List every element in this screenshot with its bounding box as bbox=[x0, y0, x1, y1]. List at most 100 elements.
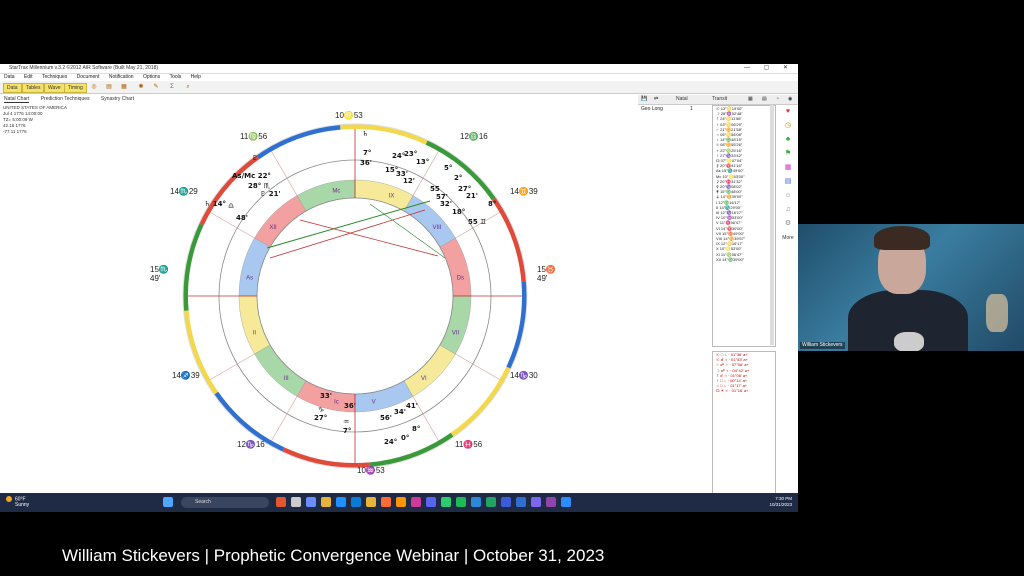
zodiac-segment bbox=[183, 310, 219, 395]
tab-natal[interactable]: Natal bbox=[676, 95, 688, 104]
cusp-label: 10♒53 bbox=[357, 465, 385, 475]
cusp-label: 11♓56 bbox=[455, 439, 483, 449]
save-icon[interactable]: 💾 bbox=[641, 95, 647, 104]
app-icon-5[interactable] bbox=[426, 497, 436, 507]
edge-icon[interactable] bbox=[336, 497, 346, 507]
geo-long-label: Geo Long bbox=[641, 106, 663, 112]
planet-glyph: 13° bbox=[416, 158, 429, 166]
menu-help[interactable]: Help bbox=[191, 74, 201, 80]
menu-document[interactable]: Document bbox=[77, 74, 100, 80]
taskbar-clock[interactable]: 7:30 PM 10/31/2023 bbox=[769, 496, 792, 508]
menu-edit[interactable]: Edit bbox=[24, 74, 33, 80]
menu-data[interactable]: Data bbox=[4, 74, 15, 80]
planet-glyph: 36' bbox=[360, 159, 372, 167]
more-button[interactable]: More bbox=[780, 231, 796, 245]
cusp-label: 11♍56 bbox=[240, 131, 268, 141]
geo-long-selector[interactable]: Geo Long 1 bbox=[638, 105, 708, 113]
brave-icon[interactable] bbox=[381, 497, 391, 507]
wheel-icon[interactable]: ✺ bbox=[137, 83, 145, 91]
files-icon[interactable] bbox=[366, 497, 376, 507]
eye-icon[interactable]: ◉ bbox=[788, 95, 792, 104]
chart-tabs: Natal Chart Prediction Techniques Synast… bbox=[0, 95, 140, 103]
window-controls[interactable]: — ▢ ✕ bbox=[744, 64, 794, 73]
grid-icon[interactable]: ▦ bbox=[748, 95, 753, 104]
flag-icon[interactable]: ⚑ bbox=[780, 147, 796, 161]
planet-glyph: 41' bbox=[406, 402, 418, 410]
planet-positions-list[interactable]: ☉ 13°♋19'00" ☽ 28°♒52'48" ☿ 24°♋11'58" ♀ 03… bbox=[712, 105, 776, 347]
app-icon-1[interactable] bbox=[276, 497, 286, 507]
app-icon-6[interactable] bbox=[441, 497, 451, 507]
menu-options[interactable]: Options bbox=[143, 74, 160, 80]
grid-icon[interactable]: ▤ bbox=[780, 175, 796, 189]
planet-glyph: 34' bbox=[394, 408, 406, 416]
tab-prediction-techniques[interactable]: Prediction Techniques bbox=[41, 96, 90, 102]
sun-icon bbox=[6, 496, 12, 502]
planet-glyph: ♄ bbox=[362, 130, 368, 138]
tab-transit[interactable]: Transit bbox=[712, 95, 727, 104]
planet-glyph: 28° ♏ bbox=[248, 182, 271, 190]
aspect-row[interactable]: ☊ ✶ ♅ · 01°16' a+ bbox=[713, 388, 775, 393]
house-label: XII bbox=[269, 225, 277, 231]
table-icon[interactable]: ▤ bbox=[762, 95, 767, 104]
cusp-label: 12♎16 bbox=[460, 131, 488, 141]
tree-icon[interactable]: ♣ bbox=[780, 133, 796, 147]
people-icon[interactable]: ☺ bbox=[780, 189, 796, 203]
windows-taskbar: 60°F Sunny Search 7:30 PM 10/31/2023 bbox=[0, 493, 798, 512]
word-icon[interactable] bbox=[516, 497, 526, 507]
print-icon[interactable]: ▤ bbox=[105, 83, 113, 91]
excel-icon[interactable] bbox=[486, 497, 496, 507]
chart-icon[interactable]: ▦ bbox=[120, 83, 128, 91]
planet-glyph: ♑ bbox=[318, 406, 324, 414]
app-icon-10[interactable] bbox=[546, 497, 556, 507]
arrow-icon[interactable]: ⇄ bbox=[654, 95, 658, 104]
planet-glyph: 32' bbox=[440, 200, 452, 208]
zoom-icon[interactable] bbox=[561, 497, 571, 507]
app-icon-9[interactable] bbox=[531, 497, 541, 507]
chart-icon[interactable]: ◔ bbox=[776, 95, 779, 104]
chart-icon[interactable]: ▦ bbox=[780, 161, 796, 175]
tables-button[interactable]: Tables bbox=[22, 83, 45, 93]
app-icon-7[interactable] bbox=[471, 497, 481, 507]
menu-tools[interactable]: Tools bbox=[170, 74, 182, 80]
wave-button[interactable]: Wave bbox=[44, 83, 65, 93]
data-button[interactable]: Data bbox=[3, 83, 22, 93]
planet-glyph: 8° bbox=[488, 200, 496, 208]
geo-long-value[interactable]: 1 bbox=[690, 105, 693, 113]
weather-desc: Sunny bbox=[15, 502, 30, 509]
cusp-label: 10♌53 bbox=[335, 110, 363, 120]
weather-widget[interactable]: 60°F Sunny bbox=[6, 496, 29, 508]
timing-button[interactable]: Timing bbox=[64, 83, 87, 93]
taskbar-search[interactable]: Search bbox=[181, 497, 269, 508]
gear-icon[interactable]: ⚙ bbox=[780, 217, 796, 231]
folder-icon[interactable] bbox=[321, 497, 331, 507]
aspect-list[interactable]: ☉ □ ♄ · 01°36' a+ ☉ ☌ ♃ · 01°53' a+ ♂ ☍ ♇ … bbox=[712, 351, 776, 512]
app-icon-3[interactable] bbox=[306, 497, 316, 507]
side-icon-bar: ♥ ◷ ♣ ⚑ ▦ ▤ ☺ ♫ ⚙ More bbox=[780, 105, 796, 245]
planet-icon[interactable]: ◎ bbox=[90, 83, 98, 91]
tab-natal-chart[interactable]: Natal Chart bbox=[4, 96, 30, 103]
search-icon[interactable]: ⌕ bbox=[184, 83, 192, 91]
planet-glyph: 55 ♊ bbox=[468, 218, 486, 226]
pen-icon[interactable]: ✎ bbox=[152, 83, 160, 91]
position-row[interactable]: XII 14°♎39'00" bbox=[713, 257, 775, 262]
heart-icon[interactable]: ♥ bbox=[780, 105, 796, 119]
positions-scrollbar[interactable] bbox=[770, 105, 774, 345]
cusp-label: 49' bbox=[537, 274, 548, 283]
menu-notification[interactable]: Notification bbox=[109, 74, 134, 80]
cusp-label: 49' bbox=[150, 274, 161, 283]
house-label: VIII bbox=[432, 225, 441, 231]
clock-icon[interactable]: ◷ bbox=[780, 119, 796, 133]
app-icon-4[interactable] bbox=[411, 497, 421, 507]
start-icon[interactable] bbox=[163, 497, 173, 507]
bell-icon[interactable]: ♫ bbox=[780, 203, 796, 217]
sigma-icon[interactable]: Σ bbox=[168, 83, 176, 91]
menu-techniques[interactable]: Techniques bbox=[42, 74, 67, 80]
cusp-label: 15♏ bbox=[150, 264, 169, 274]
cusp-label: 14♊39 bbox=[510, 186, 538, 196]
spotify-icon[interactable] bbox=[456, 497, 466, 507]
firefox-icon[interactable] bbox=[396, 497, 406, 507]
tab-synastry-chart[interactable]: Synastry Chart bbox=[101, 96, 134, 102]
app-icon-8[interactable] bbox=[501, 497, 511, 507]
app-icon-2[interactable] bbox=[291, 497, 301, 507]
mail-icon[interactable] bbox=[351, 497, 361, 507]
